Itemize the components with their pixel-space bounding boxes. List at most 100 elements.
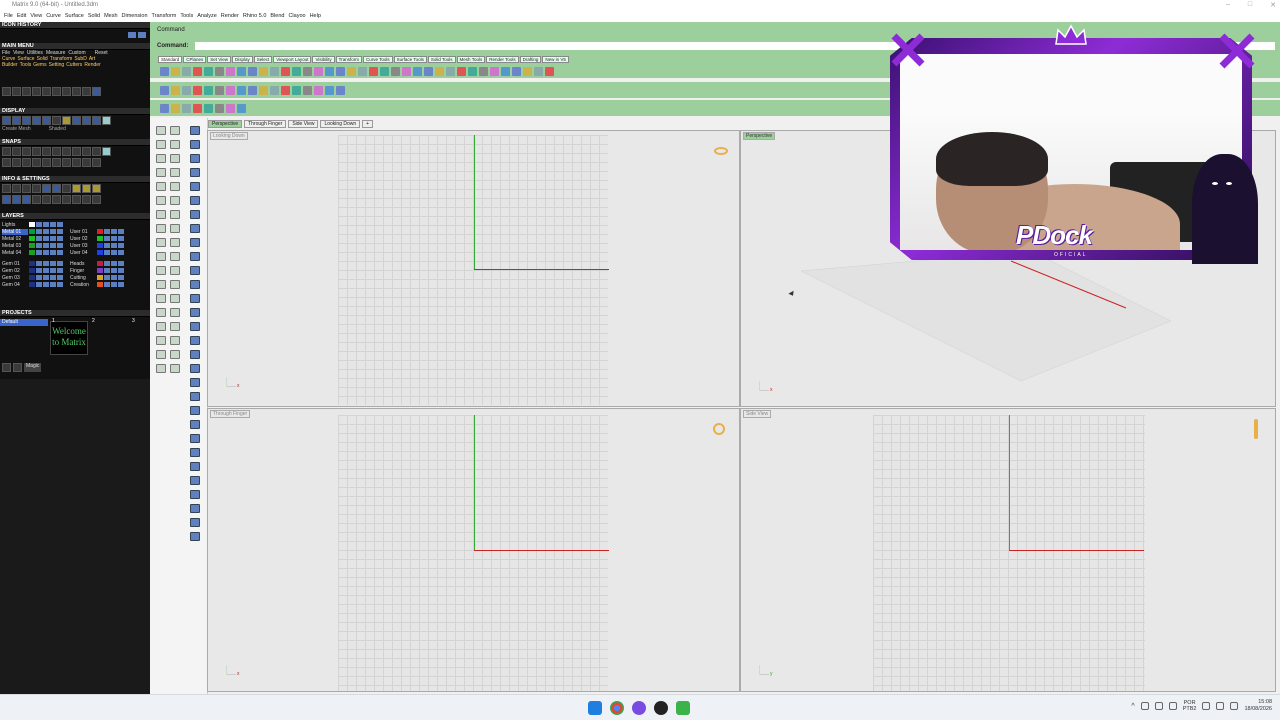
snap-near-icon[interactable] (12, 147, 21, 156)
bluetooth-icon[interactable] (1154, 702, 1163, 710)
layer-toggle-icon[interactable] (118, 236, 124, 241)
info-material-icon[interactable] (72, 195, 81, 204)
layer-color-swatch[interactable] (29, 282, 35, 287)
surface-tool-icon[interactable] (170, 154, 180, 163)
light-icon[interactable] (52, 116, 61, 125)
layer-color-swatch[interactable] (97, 250, 103, 255)
layer-color-swatch[interactable] (29, 243, 35, 248)
layer-toggle-icon[interactable] (57, 243, 63, 248)
layer-toggle-icon[interactable] (50, 229, 56, 234)
viewport-looking-down[interactable]: Looking Down x (207, 130, 740, 407)
osnap-tool-icon[interactable] (226, 103, 235, 113)
info-layer-icon[interactable] (12, 195, 21, 204)
maximize-icon[interactable]: □ (1248, 1, 1252, 9)
sphere-icon[interactable] (92, 87, 101, 96)
layer-row[interactable]: Gem 01 Heads (2, 260, 148, 267)
menu-mesh[interactable]: Mesh (104, 12, 117, 22)
curve-tool-icon[interactable] (156, 280, 166, 289)
standard-tool-icon[interactable] (523, 66, 532, 76)
standard-tool-icon[interactable] (457, 66, 466, 76)
curve-tool-icon[interactable] (156, 154, 166, 163)
standard-tool-icon[interactable] (468, 66, 477, 76)
rhino-icon[interactable] (654, 701, 668, 715)
standard-tool-icon[interactable] (479, 66, 488, 76)
project-up-icon[interactable] (13, 363, 22, 372)
curve-tool-icon[interactable] (156, 238, 166, 247)
layer-name[interactable]: User 03 (70, 243, 96, 249)
osnap-tool-icon[interactable] (204, 103, 213, 113)
snap-quad-icon[interactable] (82, 147, 91, 156)
curve-tool-icon[interactable] (156, 168, 166, 177)
viewport-side-view[interactable]: Side View y (740, 408, 1276, 692)
layer-color-swatch[interactable] (97, 275, 103, 280)
object-tool-icon[interactable] (237, 85, 246, 95)
layer-toggle-icon[interactable] (43, 236, 49, 241)
layer-color-swatch[interactable] (97, 236, 103, 241)
layer-toggle-icon[interactable] (118, 243, 124, 248)
solid-tool-icon[interactable] (190, 364, 200, 373)
layer-name[interactable]: Creation (70, 282, 96, 288)
layer-toggle-icon[interactable] (57, 275, 63, 280)
curve-tool-icon[interactable] (156, 196, 166, 205)
layer-color-swatch[interactable] (29, 268, 35, 273)
toolbar-tab[interactable]: Transform (335, 56, 362, 63)
object-tool-icon[interactable] (325, 85, 334, 95)
layer-color-swatch[interactable] (29, 222, 35, 227)
standard-tool-icon[interactable] (182, 66, 191, 76)
move-icon[interactable] (22, 87, 31, 96)
layer-toggle-icon[interactable] (36, 261, 42, 266)
minimize-icon[interactable]: – (1226, 1, 1230, 9)
curve-tool-icon[interactable] (156, 308, 166, 317)
layer-toggle-icon[interactable] (43, 261, 49, 266)
layer-toggle-icon[interactable] (111, 236, 117, 241)
surface-tool-icon[interactable] (170, 308, 180, 317)
info-yellow-3-icon[interactable] (92, 184, 101, 193)
layer-toggle-icon[interactable] (50, 250, 56, 255)
standard-tool-icon[interactable] (534, 66, 543, 76)
xray-icon[interactable] (42, 116, 51, 125)
standard-tool-icon[interactable] (226, 66, 235, 76)
object-tool-icon[interactable] (303, 85, 312, 95)
volume-icon[interactable] (1216, 702, 1225, 710)
curve-tool-icon[interactable] (156, 210, 166, 219)
object-tool-icon[interactable] (248, 85, 257, 95)
project-add-icon[interactable] (2, 363, 11, 372)
solid-tool-icon[interactable] (190, 392, 200, 401)
standard-tool-icon[interactable] (336, 66, 345, 76)
standard-tool-icon[interactable] (160, 66, 169, 76)
mm-gems[interactable]: Gems (33, 62, 46, 68)
layer-toggle-icon[interactable] (104, 275, 110, 280)
layer-toggle-icon[interactable] (104, 268, 110, 273)
gem-icon[interactable] (82, 116, 91, 125)
standard-tool-icon[interactable] (435, 66, 444, 76)
mm-render[interactable]: Render (84, 62, 100, 68)
layer-toggle-icon[interactable] (50, 243, 56, 248)
snap-planar-icon[interactable] (22, 158, 31, 167)
info-select-icon[interactable] (2, 184, 11, 193)
solid-tool-icon[interactable] (190, 378, 200, 387)
layer-toggle-icon[interactable] (111, 268, 117, 273)
snap-project-icon[interactable] (12, 158, 21, 167)
layer-name[interactable]: Metal 03 (2, 243, 28, 249)
layer-toggle-icon[interactable] (57, 282, 63, 287)
info-color-icon[interactable] (62, 195, 71, 204)
curve-tool-icon[interactable] (156, 182, 166, 191)
solid-tool-icon[interactable] (190, 462, 200, 471)
layer-toggle-icon[interactable] (57, 222, 63, 227)
surface-tool-icon[interactable] (170, 266, 180, 275)
curve-tool-icon[interactable] (156, 126, 166, 135)
object-tool-icon[interactable] (259, 85, 268, 95)
menu-edit[interactable]: Edit (17, 12, 26, 22)
standard-tool-icon[interactable] (358, 66, 367, 76)
standard-tool-icon[interactable] (413, 66, 422, 76)
object-tool-icon[interactable] (204, 85, 213, 95)
layer-color-swatch[interactable] (29, 229, 35, 234)
object-tool-icon[interactable] (160, 85, 169, 95)
info-lock2-icon[interactable] (52, 195, 61, 204)
layer-name[interactable]: Metal 01 (2, 228, 28, 235)
snap-int-icon[interactable] (52, 147, 61, 156)
snap-mid-icon[interactable] (32, 147, 41, 156)
toolbar-tab[interactable]: Curve Tools (362, 56, 393, 63)
standard-tool-icon[interactable] (545, 66, 554, 76)
layer-toggle-icon[interactable] (118, 268, 124, 273)
